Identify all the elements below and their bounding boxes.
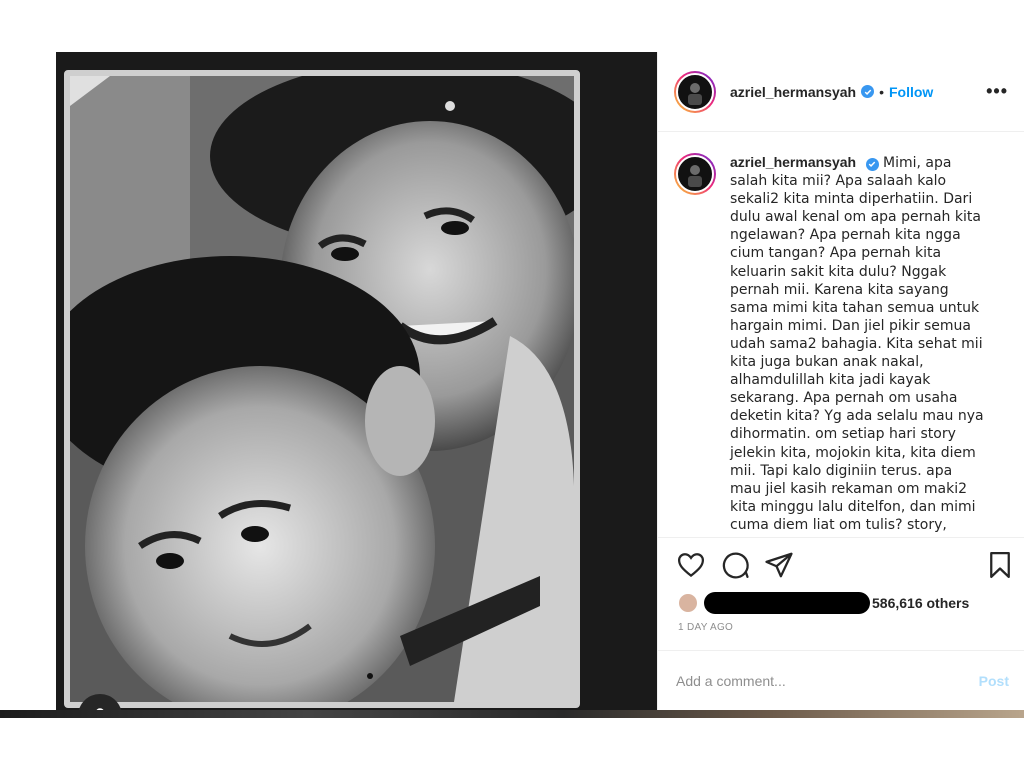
caption-text-block: azriel_hermansyah Mimi, apa salah kita m… [730, 153, 985, 536]
caption-body: Mimi, apa salah kita mii? Apa salaah kal… [730, 155, 984, 536]
caption-avatar[interactable] [676, 155, 714, 193]
post-comment-button[interactable]: Post [979, 673, 1009, 689]
background-strip [0, 710, 1024, 718]
username-link[interactable]: azriel_hermansyah [730, 84, 856, 100]
photo-image [70, 76, 574, 702]
separator-dot: • [879, 83, 884, 100]
likes-count-link[interactable]: 586,616 others [872, 595, 969, 611]
heart-icon[interactable] [676, 550, 706, 580]
caption-username-link[interactable]: azriel_hermansyah [730, 154, 856, 170]
vintage-photo-card [64, 70, 580, 708]
caption-verified-badge-icon [865, 157, 879, 171]
post-sidebar: azriel_hermansyah • Follow ••• azriel_he… [657, 52, 1024, 710]
action-bar [658, 537, 1024, 592]
post-photo[interactable] [56, 52, 657, 710]
verified-badge-icon [861, 85, 875, 98]
redacted-name-bar [704, 592, 870, 614]
post-timestamp[interactable]: 1 DAY AGO [678, 622, 733, 633]
add-comment-input[interactable] [676, 672, 979, 689]
follow-button[interactable]: Follow [889, 84, 933, 100]
avatar[interactable] [676, 72, 714, 111]
caption-section: azriel_hermansyah Mimi, apa salah kita m… [658, 133, 1024, 536]
likes-row: 586,616 others [678, 590, 969, 616]
more-options-icon[interactable]: ••• [986, 81, 1008, 102]
liker-avatar[interactable] [678, 593, 698, 613]
bookmark-icon[interactable] [985, 550, 1015, 580]
paper-plane-icon[interactable] [764, 550, 794, 580]
post-header: azriel_hermansyah • Follow ••• [658, 52, 1024, 132]
story-ring[interactable] [674, 70, 716, 113]
comment-bar: Post [658, 650, 1024, 710]
comment-icon[interactable] [720, 550, 750, 580]
caption-story-ring[interactable] [674, 153, 716, 195]
